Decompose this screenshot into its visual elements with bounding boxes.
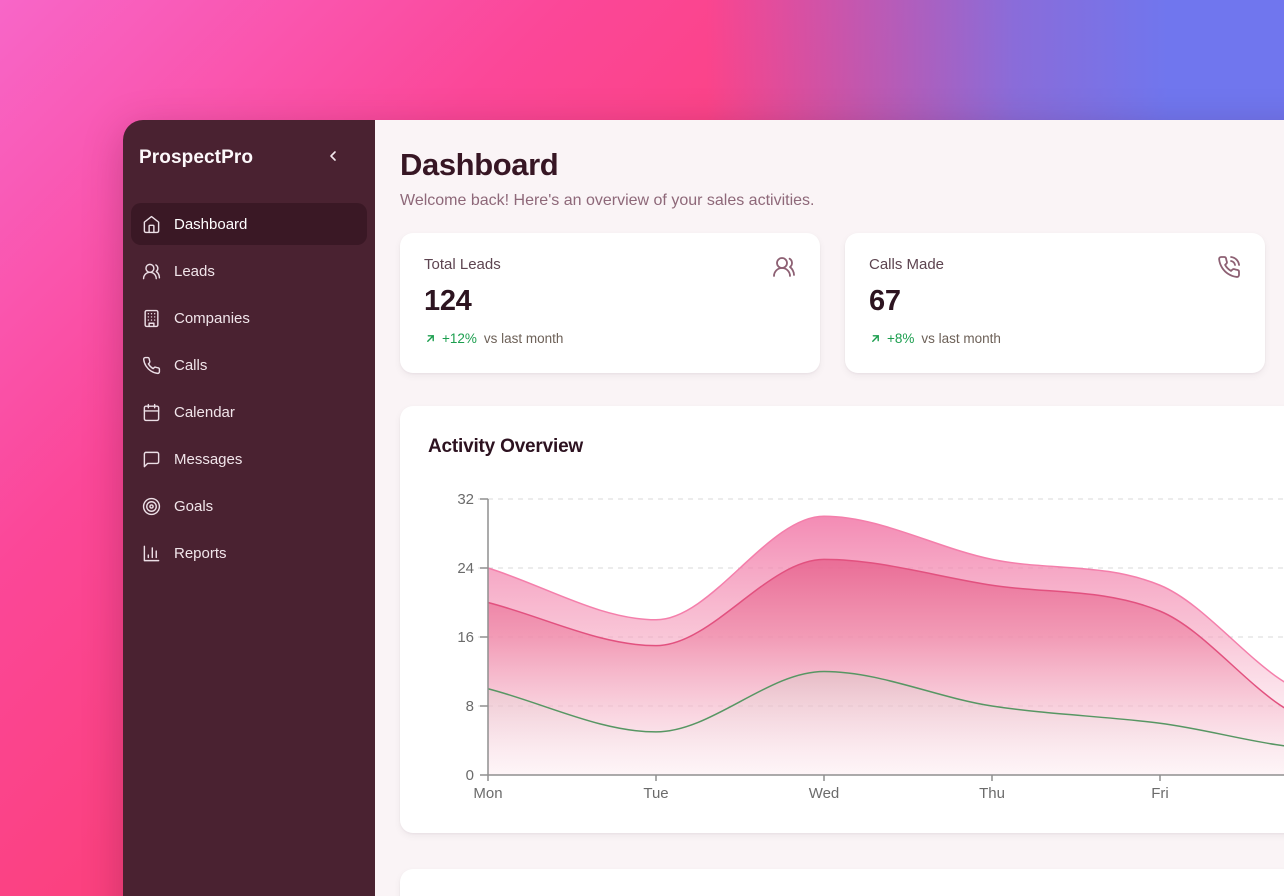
sidebar: ProspectPro Dashboard Leads: [123, 120, 375, 896]
x-tick-label: Mon: [473, 785, 502, 802]
sidebar-item-label: Reports: [174, 545, 227, 562]
bar-chart-icon: [142, 544, 161, 563]
sidebar-item-goals[interactable]: Goals: [131, 485, 367, 527]
x-tick-label: Tue: [643, 785, 668, 802]
stat-label: Calls Made: [869, 256, 1241, 273]
users-icon: [772, 255, 796, 279]
next-section-card: [400, 869, 1284, 896]
page-subtitle: Welcome back! Here's an overview of your…: [400, 192, 1284, 210]
trend-percent: +12%: [442, 331, 477, 346]
trend-up-icon: [869, 332, 882, 345]
sidebar-item-label: Calls: [174, 357, 207, 374]
chart-wrap: 08162432MonTueWedThuFriSatSun: [428, 487, 1284, 812]
sidebar-item-label: Companies: [174, 310, 250, 327]
sidebar-item-label: Calendar: [174, 404, 235, 421]
sidebar-item-label: Messages: [174, 451, 242, 468]
chart-title: Activity Overview: [428, 436, 1284, 458]
sidebar-nav: Dashboard Leads Companies Calls: [131, 203, 367, 574]
trend-percent: +8%: [887, 331, 914, 346]
sidebar-item-label: Goals: [174, 498, 213, 515]
y-tick-label: 16: [457, 629, 474, 646]
trend-up-icon: [424, 332, 437, 345]
app-window: ProspectPro Dashboard Leads: [123, 120, 1284, 896]
sidebar-item-calendar[interactable]: Calendar: [131, 391, 367, 433]
phone-icon: [142, 356, 161, 375]
y-tick-label: 0: [466, 767, 474, 784]
stat-card-total-leads: Total Leads 124 +12% vs last month: [400, 233, 820, 373]
chevron-left-icon: [325, 148, 341, 167]
stat-label: Total Leads: [424, 256, 796, 273]
page-title: Dashboard: [400, 147, 1284, 183]
x-tick-label: Fri: [1151, 785, 1169, 802]
stats-row: Total Leads 124 +12% vs last month Calls…: [400, 233, 1284, 373]
main-content: Dashboard Welcome back! Here's an overvi…: [375, 120, 1284, 896]
building-icon: [142, 309, 161, 328]
stat-card-calls-made: Calls Made 67 +8% vs last month: [845, 233, 1265, 373]
x-tick-label: Wed: [809, 785, 840, 802]
target-icon: [142, 497, 161, 516]
sidebar-collapse-button[interactable]: [323, 146, 343, 169]
activity-overview-card: Activity Overview 0 8 16 24 32 Mon Tue Wed Thu Fr…: [400, 406, 1284, 833]
stat-value: 124: [424, 285, 796, 318]
home-icon: [142, 215, 161, 234]
sidebar-item-companies[interactable]: Companies: [131, 297, 367, 339]
sidebar-item-label: Leads: [174, 263, 215, 280]
sidebar-item-reports[interactable]: Reports: [131, 532, 367, 574]
y-tick-label: 24: [457, 560, 474, 577]
sidebar-item-messages[interactable]: Messages: [131, 438, 367, 480]
sidebar-item-calls[interactable]: Calls: [131, 344, 367, 386]
y-tick-label: 32: [457, 491, 474, 508]
sidebar-item-label: Dashboard: [174, 216, 247, 233]
x-tick-label: Thu: [979, 785, 1005, 802]
trend-suffix: vs last month: [484, 331, 564, 346]
activity-chart: 08162432MonTueWedThuFriSatSun: [428, 487, 1284, 807]
y-tick-label: 8: [466, 698, 474, 715]
stat-value: 67: [869, 285, 1241, 318]
app-logo-text: ProspectPro: [139, 147, 253, 169]
users-icon: [142, 262, 161, 281]
trend-suffix: vs last month: [921, 331, 1001, 346]
sidebar-header: ProspectPro: [131, 146, 367, 169]
stat-trend: +12% vs last month: [424, 331, 796, 346]
calendar-icon: [142, 403, 161, 422]
phone-call-icon: [1217, 255, 1241, 279]
message-square-icon: [142, 450, 161, 469]
stat-trend: +8% vs last month: [869, 331, 1241, 346]
sidebar-item-leads[interactable]: Leads: [131, 250, 367, 292]
sidebar-item-dashboard[interactable]: Dashboard: [131, 203, 367, 245]
